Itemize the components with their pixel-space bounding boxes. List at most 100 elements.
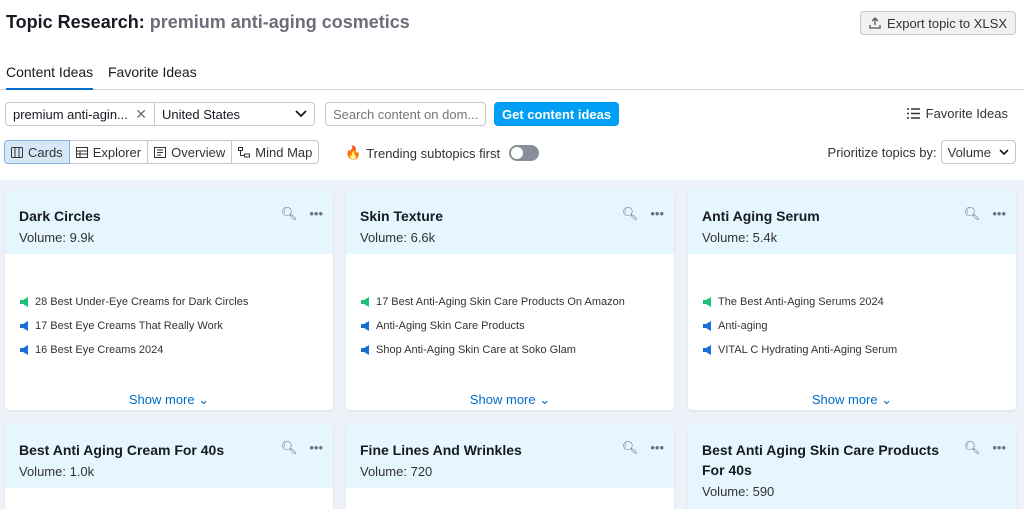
tab-favorite-ideas[interactable]: Favorite Ideas bbox=[108, 64, 197, 88]
card-volume: Volume: 720 bbox=[360, 464, 433, 479]
more-icon[interactable]: ••• bbox=[309, 206, 323, 222]
topic-card[interactable]: Best Anti Aging Cream For 40s Volume: 1.… bbox=[5, 424, 333, 509]
card-header: Best Anti Aging Skin Care Products For 4… bbox=[688, 424, 1016, 509]
favorite-ideas-link[interactable]: Favorite Ideas bbox=[906, 106, 1008, 121]
search-icon[interactable]: 🔍︎ bbox=[964, 440, 981, 456]
view-overview-label: Overview bbox=[171, 144, 226, 160]
more-icon[interactable]: ••• bbox=[650, 440, 664, 456]
megaphone-icon bbox=[361, 345, 369, 355]
topic-chip[interactable]: premium anti-agin... ✕ bbox=[5, 102, 155, 126]
close-icon[interactable]: ✕ bbox=[135, 106, 147, 123]
card-body: 17 Best Anti-Aging Skin Care Products On… bbox=[346, 254, 674, 408]
search-icon[interactable]: 🔍︎ bbox=[622, 206, 639, 222]
headline-text: Anti-aging bbox=[718, 320, 768, 332]
show-more-link[interactable]: Show more ⌄ bbox=[19, 392, 319, 408]
export-xlsx-button[interactable]: Export topic to XLSX bbox=[860, 11, 1016, 35]
card-volume: Volume: 1.0k bbox=[19, 464, 95, 479]
headline-text: 28 Best Under-Eye Creams for Dark Circle… bbox=[35, 296, 249, 308]
prioritize-group: Prioritize topics by: Volume bbox=[828, 140, 1016, 164]
headline-text: 16 Best Eye Creams 2024 bbox=[35, 344, 164, 356]
prioritize-label: Prioritize topics by: bbox=[827, 144, 937, 160]
view-explorer-label: Explorer bbox=[92, 144, 142, 160]
search-icon[interactable]: 🔍︎ bbox=[281, 440, 298, 456]
show-more-label: Show more bbox=[128, 392, 195, 407]
view-mind-map[interactable]: Mind Map bbox=[232, 140, 320, 164]
headline-item[interactable]: The Best Anti-Aging Serums 2024 bbox=[702, 290, 1002, 314]
card-volume: Volume: 5.4k bbox=[702, 230, 778, 245]
show-more-link[interactable]: Show more ⌄ bbox=[702, 392, 1002, 408]
topic-card[interactable]: Skin Texture Volume: 6.6k 🔍︎ ••• 17 Best… bbox=[346, 190, 674, 410]
page-header: Topic Research: premium anti-aging cosme… bbox=[0, 0, 1024, 46]
more-icon[interactable]: ••• bbox=[309, 440, 323, 456]
title-label: Topic Research: bbox=[6, 12, 145, 32]
search-icon[interactable]: 🔍︎ bbox=[622, 440, 639, 456]
card-title: Fine Lines And Wrinkles bbox=[360, 442, 522, 458]
trending-label: Trending subtopics first bbox=[366, 145, 501, 161]
table-icon bbox=[75, 146, 88, 158]
headline-text: Anti-Aging Skin Care Products bbox=[376, 320, 525, 332]
megaphone-icon bbox=[703, 297, 711, 307]
card-volume: Volume: 6.6k bbox=[360, 230, 436, 245]
prioritize-select[interactable]: Volume bbox=[940, 140, 1016, 164]
more-icon[interactable]: ••• bbox=[992, 206, 1006, 222]
chevron-down-icon: ⌄ bbox=[881, 392, 893, 407]
headline-text: 17 Best Eye Creams That Really Work bbox=[35, 320, 223, 332]
card-header: Skin Texture Volume: 6.6k 🔍︎ ••• bbox=[346, 190, 674, 254]
headline-item[interactable]: 28 Best Under-Eye Creams for Dark Circle… bbox=[19, 290, 319, 314]
card-title: Best Anti Aging Cream For 40s bbox=[19, 442, 225, 458]
more-icon[interactable]: ••• bbox=[650, 206, 664, 222]
megaphone-icon bbox=[703, 345, 711, 355]
headline-item[interactable]: 16 Best Eye Creams 2024 bbox=[19, 338, 319, 362]
search-icon[interactable]: 🔍︎ bbox=[281, 206, 298, 222]
chevron-down-icon: ⌄ bbox=[198, 392, 210, 407]
cards-icon bbox=[11, 146, 23, 158]
headline-item[interactable]: 17 Best Anti-Aging Skin Care Products On… bbox=[360, 290, 660, 314]
card-header: Best Anti Aging Cream For 40s Volume: 1.… bbox=[5, 424, 333, 488]
view-overview[interactable]: Overview bbox=[148, 140, 233, 164]
card-actions: 🔍︎ ••• bbox=[622, 440, 664, 456]
flame-icon: 🔥 bbox=[345, 145, 362, 160]
list-icon bbox=[906, 108, 920, 119]
card-body: 28 Best Under-Eye Creams for Dark Circle… bbox=[5, 254, 333, 408]
trending-toggle[interactable] bbox=[509, 145, 540, 161]
topic-card[interactable]: Fine Lines And Wrinkles Volume: 720 🔍︎ •… bbox=[346, 424, 674, 509]
get-content-ideas-button[interactable]: Get content ideas bbox=[494, 102, 620, 126]
view-mind-map-label: Mind Map bbox=[255, 144, 313, 160]
headline-text: Shop Anti-Aging Skin Care at Soko Glam bbox=[376, 344, 576, 356]
topic-card[interactable]: Dark Circles Volume: 9.9k 🔍︎ ••• 28 Best… bbox=[5, 190, 333, 410]
card-actions: 🔍︎ ••• bbox=[281, 206, 323, 222]
card-header: Dark Circles Volume: 9.9k 🔍︎ ••• bbox=[5, 190, 333, 254]
megaphone-icon bbox=[20, 345, 28, 355]
headline-text: The Best Anti-Aging Serums 2024 bbox=[718, 296, 884, 308]
show-more-label: Show more bbox=[469, 392, 536, 407]
headline-item[interactable]: Shop Anti-Aging Skin Care at Soko Glam bbox=[360, 338, 660, 362]
search-icon[interactable]: 🔍︎ bbox=[964, 206, 981, 222]
prioritize-value: Volume bbox=[947, 144, 991, 160]
headline-item[interactable]: Anti-Aging Skin Care Products bbox=[360, 314, 660, 338]
view-explorer[interactable]: Explorer bbox=[69, 140, 149, 164]
card-actions: 🔍︎ ••• bbox=[622, 206, 664, 222]
topic-card[interactable]: Anti Aging Serum Volume: 5.4k 🔍︎ ••• The… bbox=[688, 190, 1016, 410]
headline-item[interactable]: Anti-aging bbox=[702, 314, 1002, 338]
view-cards[interactable]: Cards bbox=[4, 140, 70, 164]
title-query: premium anti-aging cosmetics bbox=[149, 12, 410, 32]
tab-content-ideas[interactable]: Content Ideas bbox=[6, 64, 94, 90]
overview-icon bbox=[154, 146, 167, 158]
card-volume: Volume: 590 bbox=[702, 484, 775, 499]
headline-item[interactable]: VITAL C Hydrating Anti-Aging Serum bbox=[702, 338, 1002, 362]
show-more-link[interactable]: Show more ⌄ bbox=[360, 392, 660, 408]
filter-bar: premium anti-agin... ✕ United States Get… bbox=[5, 102, 620, 126]
headline-item[interactable]: 17 Best Eye Creams That Really Work bbox=[19, 314, 319, 338]
domain-search-input[interactable] bbox=[325, 102, 486, 126]
megaphone-icon bbox=[703, 321, 711, 331]
topic-card[interactable]: Best Anti Aging Skin Care Products For 4… bbox=[688, 424, 1016, 509]
headline-text: 17 Best Anti-Aging Skin Care Products On… bbox=[376, 296, 625, 308]
chevron-down-icon bbox=[999, 149, 1009, 155]
country-select[interactable]: United States bbox=[155, 102, 315, 126]
megaphone-icon bbox=[20, 321, 28, 331]
card-body: The Best Anti-Aging Serums 2024 Anti-agi… bbox=[688, 254, 1016, 408]
card-title: Best Anti Aging Skin Care Products For 4… bbox=[702, 442, 939, 478]
megaphone-icon bbox=[20, 297, 28, 307]
more-icon[interactable]: ••• bbox=[992, 440, 1006, 456]
card-title: Dark Circles bbox=[19, 208, 101, 224]
